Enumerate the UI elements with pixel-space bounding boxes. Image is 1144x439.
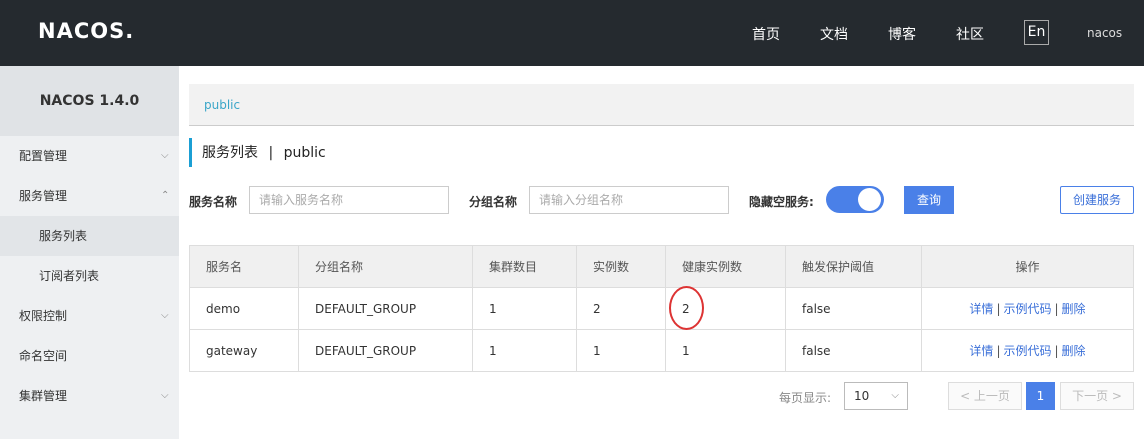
prev-page-button[interactable]: < 上一页 (948, 382, 1022, 410)
chevron-down-icon: ⌵ (891, 390, 899, 401)
next-page-button[interactable]: 下一页 > (1060, 382, 1134, 410)
service-name-input[interactable] (249, 186, 449, 214)
sidebar-version-title: NACOS 1.4.0 (0, 66, 179, 136)
page-title-separator: | (268, 145, 274, 161)
create-service-button[interactable]: 创建服务 (1060, 186, 1134, 214)
group-name-input[interactable] (529, 186, 729, 214)
sidebar-item-label: 服务列表 (39, 229, 88, 243)
column-header-instance-count: 实例数 (576, 245, 666, 288)
column-header-operations: 操作 (921, 245, 1134, 288)
action-separator: | (996, 302, 1001, 316)
sidebar-item-label: 订阅者列表 (39, 269, 100, 283)
cell-service-name: demo (189, 287, 299, 330)
hide-empty-services-label: 隐藏空服务: (749, 195, 814, 209)
column-header-healthy-instances: 健康实例数 (665, 245, 786, 288)
sidebar-item-label: 命名空间 (19, 349, 68, 363)
sidebar-item-label: 权限控制 (19, 309, 68, 323)
nacos-logo[interactable]: NACOS. (38, 19, 134, 43)
sidebar-item-cluster-management[interactable]: 集群管理 ⌵ (0, 376, 179, 416)
column-header-protect-threshold: 触发保护阈值 (785, 245, 922, 288)
per-page-value: 10 (854, 389, 870, 403)
delete-link[interactable]: 删除 (1062, 302, 1086, 316)
query-button[interactable]: 查询 (904, 186, 954, 214)
detail-link[interactable]: 详情 (969, 302, 993, 316)
namespace-link-public[interactable]: public (204, 98, 240, 112)
action-separator: | (1054, 344, 1059, 358)
sidebar-item-config-management[interactable]: 配置管理 ⌵ (0, 136, 179, 176)
service-table: 服务名 分组名称 集群数目 实例数 健康实例数 触发保护阈值 操作 demo D… (189, 245, 1134, 372)
sample-code-link[interactable]: 示例代码 (1003, 302, 1051, 316)
per-page-select[interactable]: 10 ⌵ (844, 382, 908, 410)
cell-protect-threshold: false (785, 287, 922, 330)
per-page-label: 每页显示: (779, 391, 832, 405)
highlight-annotation-circle (669, 286, 704, 330)
page-number-button[interactable]: 1 (1026, 382, 1055, 410)
cell-operations: 详情 | 示例代码 | 删除 (921, 329, 1134, 372)
namespace-breadcrumb-bar: public (189, 84, 1134, 126)
column-header-group-name: 分组名称 (298, 245, 473, 288)
nav-community[interactable]: 社区 (956, 24, 984, 44)
cell-instance-count: 1 (576, 329, 666, 372)
sidebar-item-label: 服务管理 (19, 189, 68, 203)
sidebar-item-label: 配置管理 (19, 149, 68, 163)
delete-link[interactable]: 删除 (1062, 344, 1086, 358)
cell-protect-threshold: false (785, 329, 922, 372)
sample-code-link[interactable]: 示例代码 (1003, 344, 1051, 358)
cell-group-name: DEFAULT_GROUP (298, 287, 473, 330)
sidebar-item-access-control[interactable]: 权限控制 ⌵ (0, 296, 179, 336)
toggle-knob (858, 188, 881, 211)
language-toggle-button[interactable]: En (1024, 20, 1049, 45)
sidebar-item-subscriber-list[interactable]: 订阅者列表 (0, 256, 179, 296)
group-name-label: 分组名称 (469, 195, 518, 209)
cell-healthy-instances: 1 (665, 329, 786, 372)
table-row: demo DEFAULT_GROUP 1 2 2 false 详情 | 示例代码 | 删… (189, 287, 1134, 330)
cell-cluster-count: 1 (472, 287, 577, 330)
table-row: gateway DEFAULT_GROUP 1 1 1 false 详情 | 示例代… (189, 329, 1134, 372)
sidebar-item-namespace[interactable]: 命名空间 (0, 336, 179, 376)
sidebar-item-label: 集群管理 (19, 389, 68, 403)
service-name-label: 服务名称 (189, 195, 238, 209)
cell-group-name: DEFAULT_GROUP (298, 329, 473, 372)
nav-home[interactable]: 首页 (752, 24, 780, 44)
sidebar-item-service-management[interactable]: 服务管理 ⌃ (0, 176, 179, 216)
chevron-down-icon: ⌵ (161, 150, 169, 161)
detail-link[interactable]: 详情 (969, 344, 993, 358)
page-title-text: 服务列表 (202, 145, 258, 161)
cell-operations: 详情 | 示例代码 | 删除 (921, 287, 1134, 330)
page-title: 服务列表 | public (189, 138, 326, 167)
nav-blog[interactable]: 博客 (888, 24, 916, 44)
cell-service-name: gateway (189, 329, 299, 372)
action-separator: | (996, 344, 1001, 358)
cell-instance-count: 2 (576, 287, 666, 330)
chevron-up-icon: ⌃ (161, 190, 170, 201)
chevron-down-icon: ⌵ (161, 390, 169, 401)
column-header-service-name: 服务名 (189, 245, 299, 288)
column-header-cluster-count: 集群数目 (472, 245, 577, 288)
page-title-namespace: public (283, 145, 326, 161)
sidebar-item-service-list[interactable]: 服务列表 (0, 216, 179, 256)
nav-docs[interactable]: 文档 (820, 24, 848, 44)
table-header-row: 服务名 分组名称 集群数目 实例数 健康实例数 触发保护阈值 操作 (189, 245, 1134, 288)
top-navbar: NACOS. 首页 文档 博客 社区 En nacos (0, 0, 1144, 66)
cell-cluster-count: 1 (472, 329, 577, 372)
user-name[interactable]: nacos (1087, 26, 1122, 40)
chevron-down-icon: ⌵ (161, 310, 169, 321)
sidebar: NACOS 1.4.0 配置管理 ⌵ 服务管理 ⌃ 服务列表 订阅者列表 权限控… (0, 66, 179, 439)
hide-empty-services-toggle[interactable] (826, 186, 884, 213)
action-separator: | (1054, 302, 1059, 316)
